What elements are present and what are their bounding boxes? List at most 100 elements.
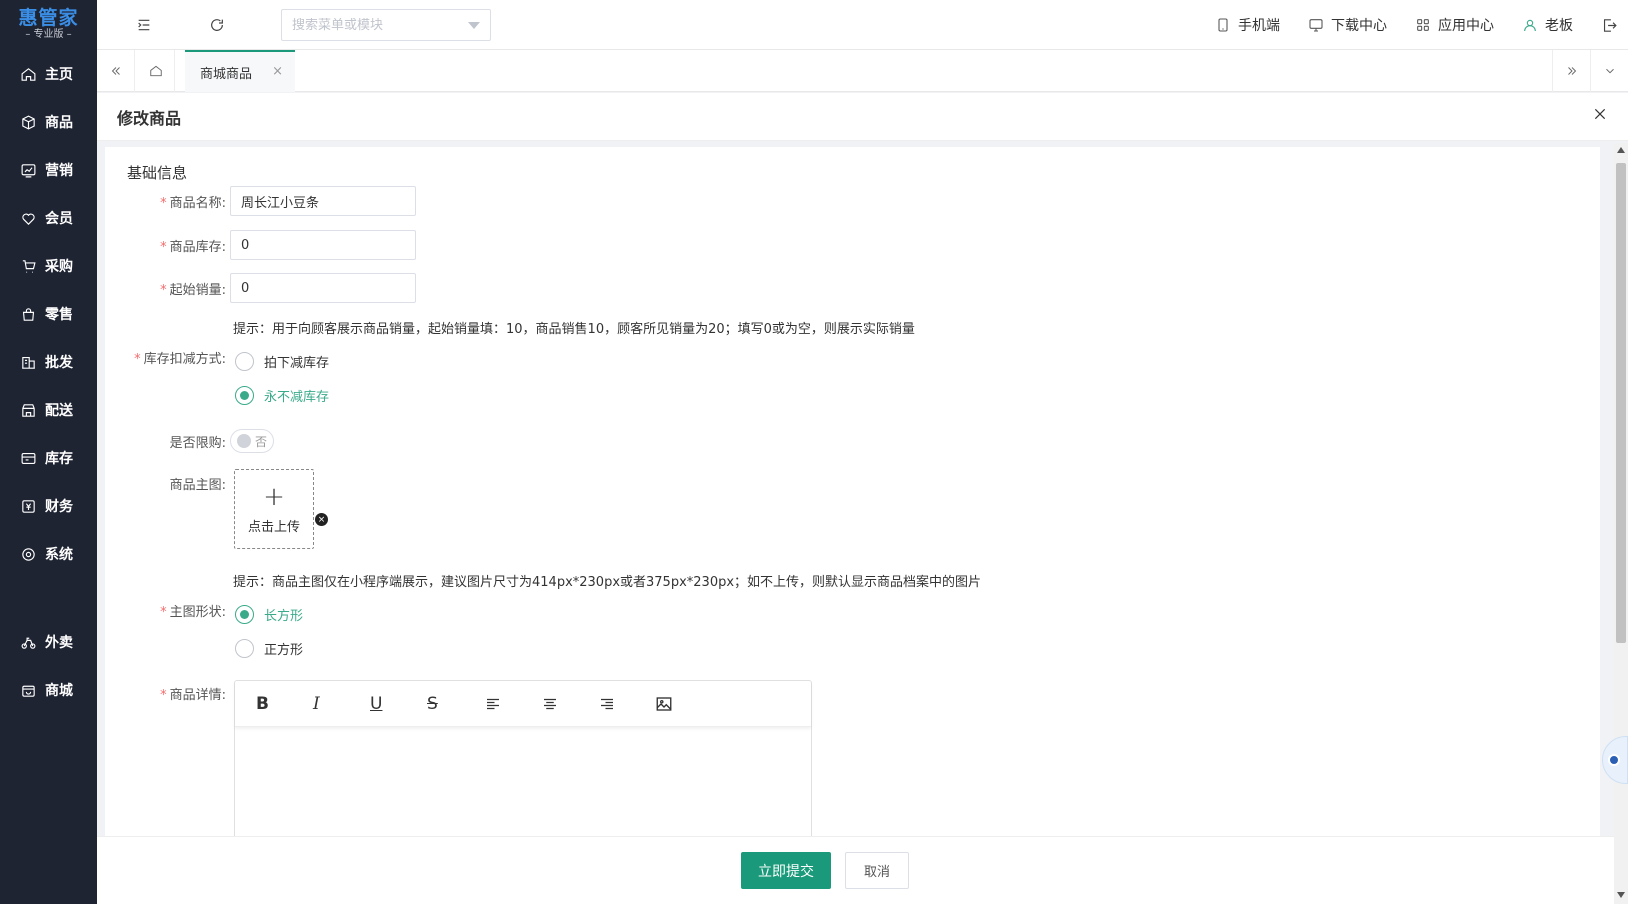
radio-never-deduct[interactable]: 永不减库存 (235, 386, 329, 405)
edition-label: – 专业版 – (25, 28, 72, 40)
field-image-shape: * 主图形状: (105, 601, 230, 620)
scroll-up-icon[interactable] (1617, 147, 1625, 153)
product-name-input[interactable] (230, 186, 416, 216)
required-mark: * (134, 352, 141, 367)
refresh-button[interactable] (206, 14, 228, 36)
settings-icon (22, 547, 35, 561)
radio-deduct-on-order[interactable]: 拍下减库存 (235, 352, 329, 371)
remove-image-icon[interactable]: × (315, 513, 328, 526)
user-menu[interactable]: 老板 (1522, 15, 1573, 35)
underline-icon: U (370, 693, 383, 714)
sidebar-item-retail[interactable]: 零售 (0, 290, 97, 338)
radio-circle (235, 386, 254, 405)
sidebar-item-inventory[interactable]: 库存 (0, 434, 97, 482)
sidebar: 惠管家 – 专业版 – 主页 商品 营销 会员 采购 零售 批发 配送 库存 财… (0, 0, 97, 904)
sidebar-nav: 主页 商品 营销 会员 采购 零售 批发 配送 库存 财务 系统 外卖 商城 (0, 50, 97, 714)
plus-icon: + (263, 481, 285, 512)
align-left-button[interactable] (478, 689, 535, 719)
sidebar-item-mall[interactable]: 商城 (0, 666, 97, 714)
menu-search[interactable] (281, 9, 491, 41)
align-right-button[interactable] (592, 689, 649, 719)
scroll-down-icon[interactable] (1617, 892, 1625, 898)
bold-icon: B (256, 693, 269, 714)
floating-assistant-button[interactable] (1602, 736, 1628, 784)
scroll-thumb[interactable] (1616, 163, 1626, 643)
mobile-link[interactable]: 手机端 (1215, 15, 1280, 35)
product-stock-input[interactable] (230, 230, 416, 260)
strikethrough-button[interactable]: S (421, 689, 478, 719)
product-form: 基础信息 *商品名称: *商品库存: *起始销量: 提示：用于向顾客展示商品销量… (105, 147, 1600, 837)
sidebar-item-label: 系统 (45, 547, 73, 563)
finance-icon (22, 499, 35, 513)
phone-icon (1218, 18, 1228, 32)
align-center-icon (544, 698, 556, 709)
close-page-button[interactable] (1592, 106, 1612, 126)
initial-sales-input[interactable] (230, 273, 416, 303)
home-icon (149, 65, 162, 77)
search-input[interactable] (292, 17, 462, 33)
sidebar-item-system[interactable]: 系统 (0, 530, 97, 578)
strikethrough-icon: S (427, 693, 438, 714)
tabs-menu-button[interactable] (1590, 50, 1628, 92)
radio-circle (235, 639, 254, 658)
tab-mall-goods[interactable]: 商城商品 × (185, 50, 295, 92)
logout-icon (1603, 18, 1617, 32)
field-label: 商品主图: (169, 478, 226, 493)
bold-button[interactable]: B (250, 689, 307, 719)
image-upload-button[interactable]: + 点击上传 (234, 469, 314, 549)
field-label: * 商品名称: (160, 195, 226, 211)
toggle-knob (237, 434, 251, 448)
sidebar-item-wholesale[interactable]: 批发 (0, 338, 97, 386)
sidebar-item-purchase[interactable]: 采购 (0, 242, 97, 290)
sidebar-item-takeout[interactable]: 外卖 (0, 618, 97, 666)
field-label: 是否限购: (169, 435, 226, 451)
menu-collapse-button[interactable] (133, 14, 155, 36)
app-logo[interactable]: 惠管家 – 专业版 – (0, 0, 97, 48)
italic-icon: I (313, 693, 320, 714)
sidebar-item-label: 批发 (45, 355, 73, 371)
tabs-scroll-left-button[interactable] (97, 50, 135, 92)
align-left-icon (487, 698, 499, 709)
monitor-icon (1309, 19, 1323, 32)
submit-button[interactable]: 立即提交 (741, 852, 831, 889)
sidebar-item-goods[interactable]: 商品 (0, 98, 97, 146)
radio-label: 长方形 (264, 609, 304, 624)
page-scrollbar[interactable] (1614, 143, 1628, 904)
insert-image-button[interactable] (649, 689, 706, 719)
sidebar-item-delivery[interactable]: 配送 (0, 386, 97, 434)
toggle-label: 否 (255, 434, 268, 449)
italic-button[interactable]: I (307, 689, 364, 719)
required-mark: * (160, 195, 167, 211)
radio-shape-rectangle[interactable]: 长方形 (235, 605, 303, 624)
sidebar-item-member[interactable]: 会员 (0, 194, 97, 242)
chevron-down-icon[interactable] (468, 22, 480, 29)
underline-button[interactable]: U (364, 689, 421, 719)
sidebar-item-marketing[interactable]: 营销 (0, 146, 97, 194)
mall-icon (22, 685, 35, 697)
cancel-button[interactable]: 取消 (845, 852, 909, 889)
apps-grid-icon (1417, 19, 1429, 31)
required-mark: * (160, 605, 167, 620)
top-right-links: 手机端 下载中心 应用中心 老板 (1215, 0, 1628, 50)
align-center-button[interactable] (535, 689, 592, 719)
radio-circle (235, 352, 254, 371)
download-center-link[interactable]: 下载中心 (1308, 15, 1387, 35)
sidebar-item-label: 商品 (45, 115, 73, 131)
editor-content[interactable] (235, 727, 811, 837)
home-tab[interactable] (137, 50, 175, 92)
field-purchase-limit: 是否限购: 否 (105, 429, 274, 453)
sidebar-item-label: 外卖 (45, 635, 73, 651)
logout-button[interactable] (1601, 17, 1618, 34)
purchase-limit-toggle[interactable]: 否 (230, 429, 274, 453)
refresh-icon (211, 19, 223, 31)
app-center-link[interactable]: 应用中心 (1415, 15, 1494, 35)
page-title: 修改商品 (117, 108, 182, 128)
tab-close-icon[interactable]: × (272, 64, 283, 79)
field-product-stock: * 商品库存: (105, 230, 416, 260)
sidebar-item-finance[interactable]: 财务 (0, 482, 97, 530)
radio-label: 正方形 (264, 643, 304, 658)
tabs-scroll-right-button[interactable] (1552, 50, 1590, 92)
radio-shape-square[interactable]: 正方形 (235, 639, 303, 658)
sidebar-item-home[interactable]: 主页 (0, 50, 97, 98)
